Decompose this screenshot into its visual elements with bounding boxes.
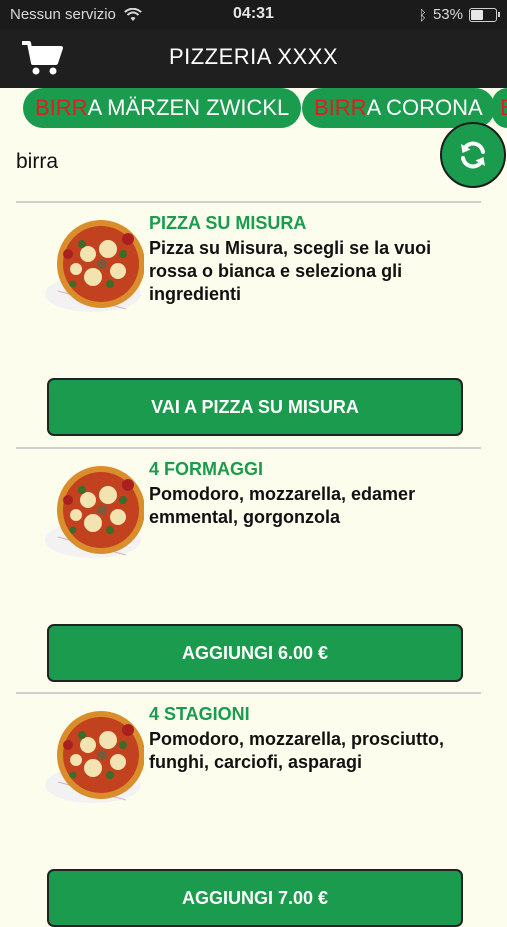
product-name: 4 STAGIONI (149, 704, 250, 724)
suggestion-chip[interactable]: B (492, 88, 507, 128)
battery-level (471, 9, 483, 20)
status-bar: Nessun servizio 04:31 ᛒ 53% (0, 0, 507, 30)
chip-text: A MÄRZEN ZWICKL (87, 95, 290, 120)
suggestion-chip[interactable]: BIRRA MÄRZEN ZWICKL (23, 88, 302, 128)
product-image (44, 465, 144, 559)
bluetooth-icon: ᛒ (418, 6, 427, 23)
suggestion-bar: BIRRA MÄRZEN ZWICKL BIRRA CORONA B (0, 88, 507, 134)
custom-pizza-button[interactable]: VAI A PIZZA SU MISURA (47, 378, 463, 436)
product-name: 4 FORMAGGI (149, 459, 264, 479)
battery-percent: 53% (432, 6, 463, 23)
refresh-icon (461, 141, 485, 169)
page-title: PIZZERIA XXXX (168, 44, 339, 69)
product-image (44, 710, 144, 804)
product-description: Pomodoro, mozzarella, edamer emmental, g… (149, 484, 416, 527)
product-image (44, 219, 144, 313)
product-card: 4 STAGIONI Pomodoro, mozzarella, prosciu… (16, 692, 481, 927)
add-to-cart-button[interactable]: AGGIUNGI 6.00 € (47, 624, 463, 682)
product-name: PIZZA SU MISURA (149, 213, 307, 233)
chip-highlight: BIRR (314, 95, 367, 120)
add-to-cart-button[interactable]: AGGIUNGI 7.00 € (47, 869, 463, 927)
chip-highlight: BIRR (35, 95, 88, 120)
chip-text: A CORONA (366, 95, 483, 120)
search-input[interactable]: birra (16, 150, 58, 174)
app-header: PIZZERIA XXXX (0, 30, 507, 88)
product-description: Pizza su Misura, scegli se la vuoi rossa… (149, 238, 432, 304)
product-card: 4 FORMAGGI Pomodoro, mozzarella, edamer … (16, 447, 481, 694)
refresh-button[interactable] (440, 122, 506, 188)
product-description: Pomodoro, mozzarella, prosciutto, funghi… (149, 729, 445, 772)
battery-icon (469, 7, 500, 22)
chip-highlight: B (500, 95, 507, 120)
product-card: PIZZA SU MISURA Pizza su Misura, scegli … (16, 201, 481, 448)
